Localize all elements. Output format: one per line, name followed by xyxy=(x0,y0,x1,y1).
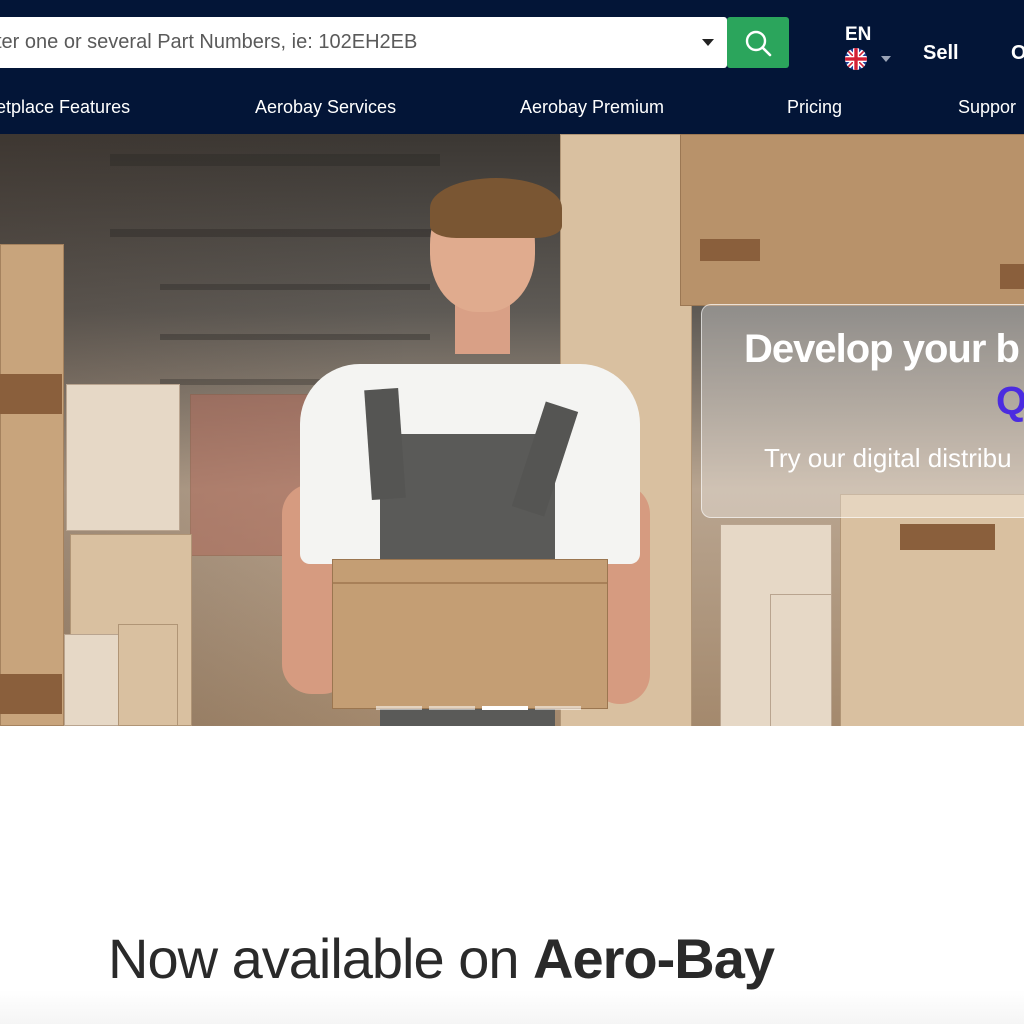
nav-aerobay-services[interactable]: Aerobay Services xyxy=(255,97,396,118)
carousel-indicators xyxy=(376,706,581,710)
hero-carousel[interactable]: Develop your b Q Try our digital distrib… xyxy=(0,134,1024,726)
nav-support[interactable]: Suppor xyxy=(958,97,1016,118)
nav-pricing[interactable]: Pricing xyxy=(787,97,842,118)
section-divider xyxy=(0,990,1024,1024)
language-selector[interactable]: EN xyxy=(845,24,895,70)
promo-subtitle: Try our digital distribu xyxy=(764,443,1012,473)
section-headline: Now available on Aero-Bay xyxy=(108,926,775,991)
nav-marketplace-features[interactable]: etplace Features xyxy=(0,97,130,118)
headline-brand-text: Aero-Bay xyxy=(533,927,775,990)
chevron-down-icon xyxy=(881,56,891,62)
header-link-truncated[interactable]: O xyxy=(1011,42,1024,65)
carousel-dot[interactable] xyxy=(535,706,581,710)
search-button[interactable] xyxy=(727,17,789,68)
promo-card: Develop your b Q Try our digital distrib… xyxy=(701,304,1024,518)
carousel-dot[interactable] xyxy=(376,706,422,710)
promo-highlight: Q xyxy=(996,379,1024,424)
language-code: EN xyxy=(845,24,872,45)
search-input[interactable] xyxy=(0,17,680,68)
search-icon xyxy=(745,30,772,56)
search-bar xyxy=(0,17,727,68)
nav-aerobay-premium[interactable]: Aerobay Premium xyxy=(520,97,664,118)
sell-link[interactable]: Sell xyxy=(923,42,959,65)
carousel-dot[interactable] xyxy=(429,706,475,710)
promo-title: Develop your b xyxy=(744,327,1020,371)
chevron-down-icon[interactable] xyxy=(702,39,714,46)
headline-light-text: Now available on xyxy=(108,927,534,990)
carousel-dot-active[interactable] xyxy=(482,706,528,710)
uk-flag-icon xyxy=(845,48,867,70)
top-header: EN Sell O etplace Features Aerobay Servi… xyxy=(0,0,1024,134)
